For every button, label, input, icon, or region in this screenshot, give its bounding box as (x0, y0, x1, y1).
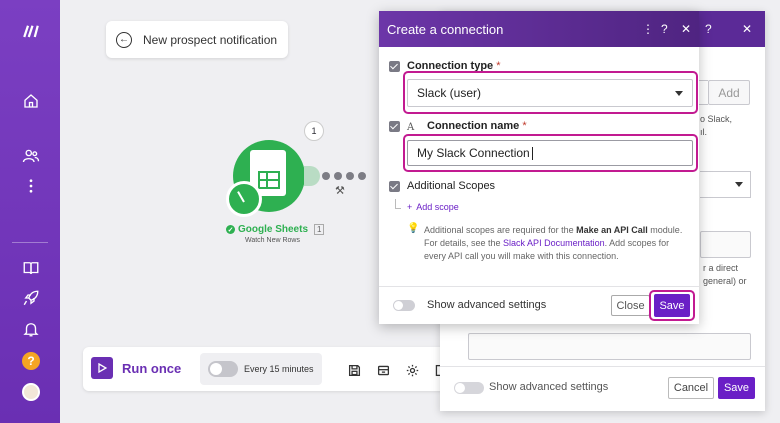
dialog-title: Create a connection (387, 21, 504, 37)
additional-scopes-label: Additional Scopes (407, 180, 496, 192)
scenario-name-card[interactable]: ← New prospect notification (106, 21, 288, 58)
run-once-button[interactable]: Run once (91, 357, 181, 379)
bell-icon[interactable] (18, 316, 44, 342)
panel-text-fragment: o Slack, (700, 114, 733, 124)
wrench-icon[interactable]: ⚒ (335, 184, 345, 197)
advanced-settings-toggle[interactable] (393, 300, 415, 311)
advanced-settings-toggle[interactable] (454, 382, 484, 394)
connection-name-input[interactable]: My Slack Connection (407, 140, 693, 166)
team-icon[interactable] (18, 143, 44, 169)
module-title: ✓ Google Sheets 1 (226, 224, 325, 235)
advanced-settings-label: Show advanced settings (427, 299, 547, 311)
help-icon[interactable]: ? (705, 22, 712, 36)
close-button[interactable]: Close (611, 295, 650, 316)
app-frame: ? ← New prospect notification 1 ⚒ ✓ Goog… (0, 0, 780, 423)
help-icon[interactable]: ? (22, 352, 40, 370)
sidebar-divider (12, 242, 48, 243)
run-once-label: Run once (122, 360, 182, 376)
text-cursor (531, 146, 533, 160)
panel-text-fragment: r a direct (703, 263, 739, 273)
hub-icon[interactable] (375, 362, 391, 378)
connection-type-value: Slack (user) (417, 86, 482, 100)
schedule-control[interactable]: Every 15 minutes (200, 353, 322, 385)
required-mark: * (522, 120, 527, 132)
channel-type-select[interactable] (700, 171, 751, 198)
route-dot (322, 172, 330, 180)
module-name: Google Sheets (238, 224, 309, 235)
panel-text-fragment: general) or (703, 276, 747, 286)
rocket-icon[interactable] (18, 285, 44, 311)
save-icon[interactable] (346, 362, 362, 378)
add-scope-label: Add scope (416, 202, 459, 212)
avatar[interactable] (22, 383, 40, 401)
more-vertical-icon[interactable] (18, 173, 44, 199)
text-type-icon: A (407, 122, 415, 133)
module-subtitle: Watch New Rows (245, 237, 300, 244)
panel-save-button[interactable]: Save (718, 377, 755, 399)
route-dot (346, 172, 354, 180)
cancel-button[interactable]: Cancel (668, 377, 714, 399)
panel-text-fragment: ıl. (700, 127, 708, 137)
schedule-toggle[interactable] (208, 361, 238, 377)
advanced-settings-label: Show advanced settings (489, 381, 609, 393)
text-field[interactable] (468, 333, 751, 360)
chevron-down-icon (735, 182, 743, 187)
scopes-help-text: Additional scopes are required for the M… (424, 224, 686, 263)
route-dot (358, 172, 366, 180)
home-icon[interactable] (18, 88, 44, 114)
route-dot (334, 172, 342, 180)
sidebar: ? (0, 0, 60, 423)
connection-name-value: My Slack Connection (417, 146, 530, 160)
connection-name-label: Connection name * (427, 120, 527, 132)
tree-connector (395, 199, 401, 209)
help-text-emphasis: Make an API Call (576, 225, 648, 235)
collapse-checkbox[interactable] (389, 61, 400, 72)
add-scope-button[interactable]: + Add scope (407, 202, 459, 212)
add-connection-button[interactable]: Add (708, 80, 750, 105)
collapse-checkbox[interactable] (389, 121, 400, 132)
sheet-grid-icon (258, 171, 280, 189)
channel-field[interactable] (700, 231, 751, 258)
help-icon[interactable]: ? (661, 22, 668, 36)
dialog-header: Create a connection ⋮ ? ✕ (379, 11, 699, 47)
trigger-clock-icon[interactable] (226, 181, 262, 217)
connection-name-text: Connection name (427, 120, 520, 132)
close-icon[interactable]: ✕ (742, 22, 752, 36)
connection-type-select[interactable]: Slack (user) (407, 79, 693, 107)
lightbulb-icon: 💡 (407, 223, 420, 234)
save-button[interactable]: Save (654, 294, 690, 317)
check-icon: ✓ (226, 225, 235, 234)
close-icon[interactable]: ✕ (681, 22, 691, 36)
more-icon[interactable]: ⋮ (642, 22, 654, 36)
make-logo-icon[interactable] (18, 18, 44, 44)
help-text-part: Additional scopes are required for the (424, 225, 577, 235)
schedule-label: Every 15 minutes (244, 364, 314, 374)
collapse-checkbox[interactable] (389, 181, 400, 192)
slack-api-docs-link[interactable]: Slack API Documentation (503, 238, 605, 248)
chevron-down-icon (675, 91, 683, 96)
play-icon (91, 357, 113, 379)
gear-icon[interactable] (404, 362, 420, 378)
scenario-title: New prospect notification (143, 32, 278, 47)
back-arrow-icon[interactable]: ← (116, 31, 132, 48)
module-index: 1 (314, 224, 325, 235)
book-icon[interactable] (18, 255, 44, 281)
plus-icon: + (407, 202, 413, 212)
operation-count-badge: 1 (304, 121, 324, 141)
